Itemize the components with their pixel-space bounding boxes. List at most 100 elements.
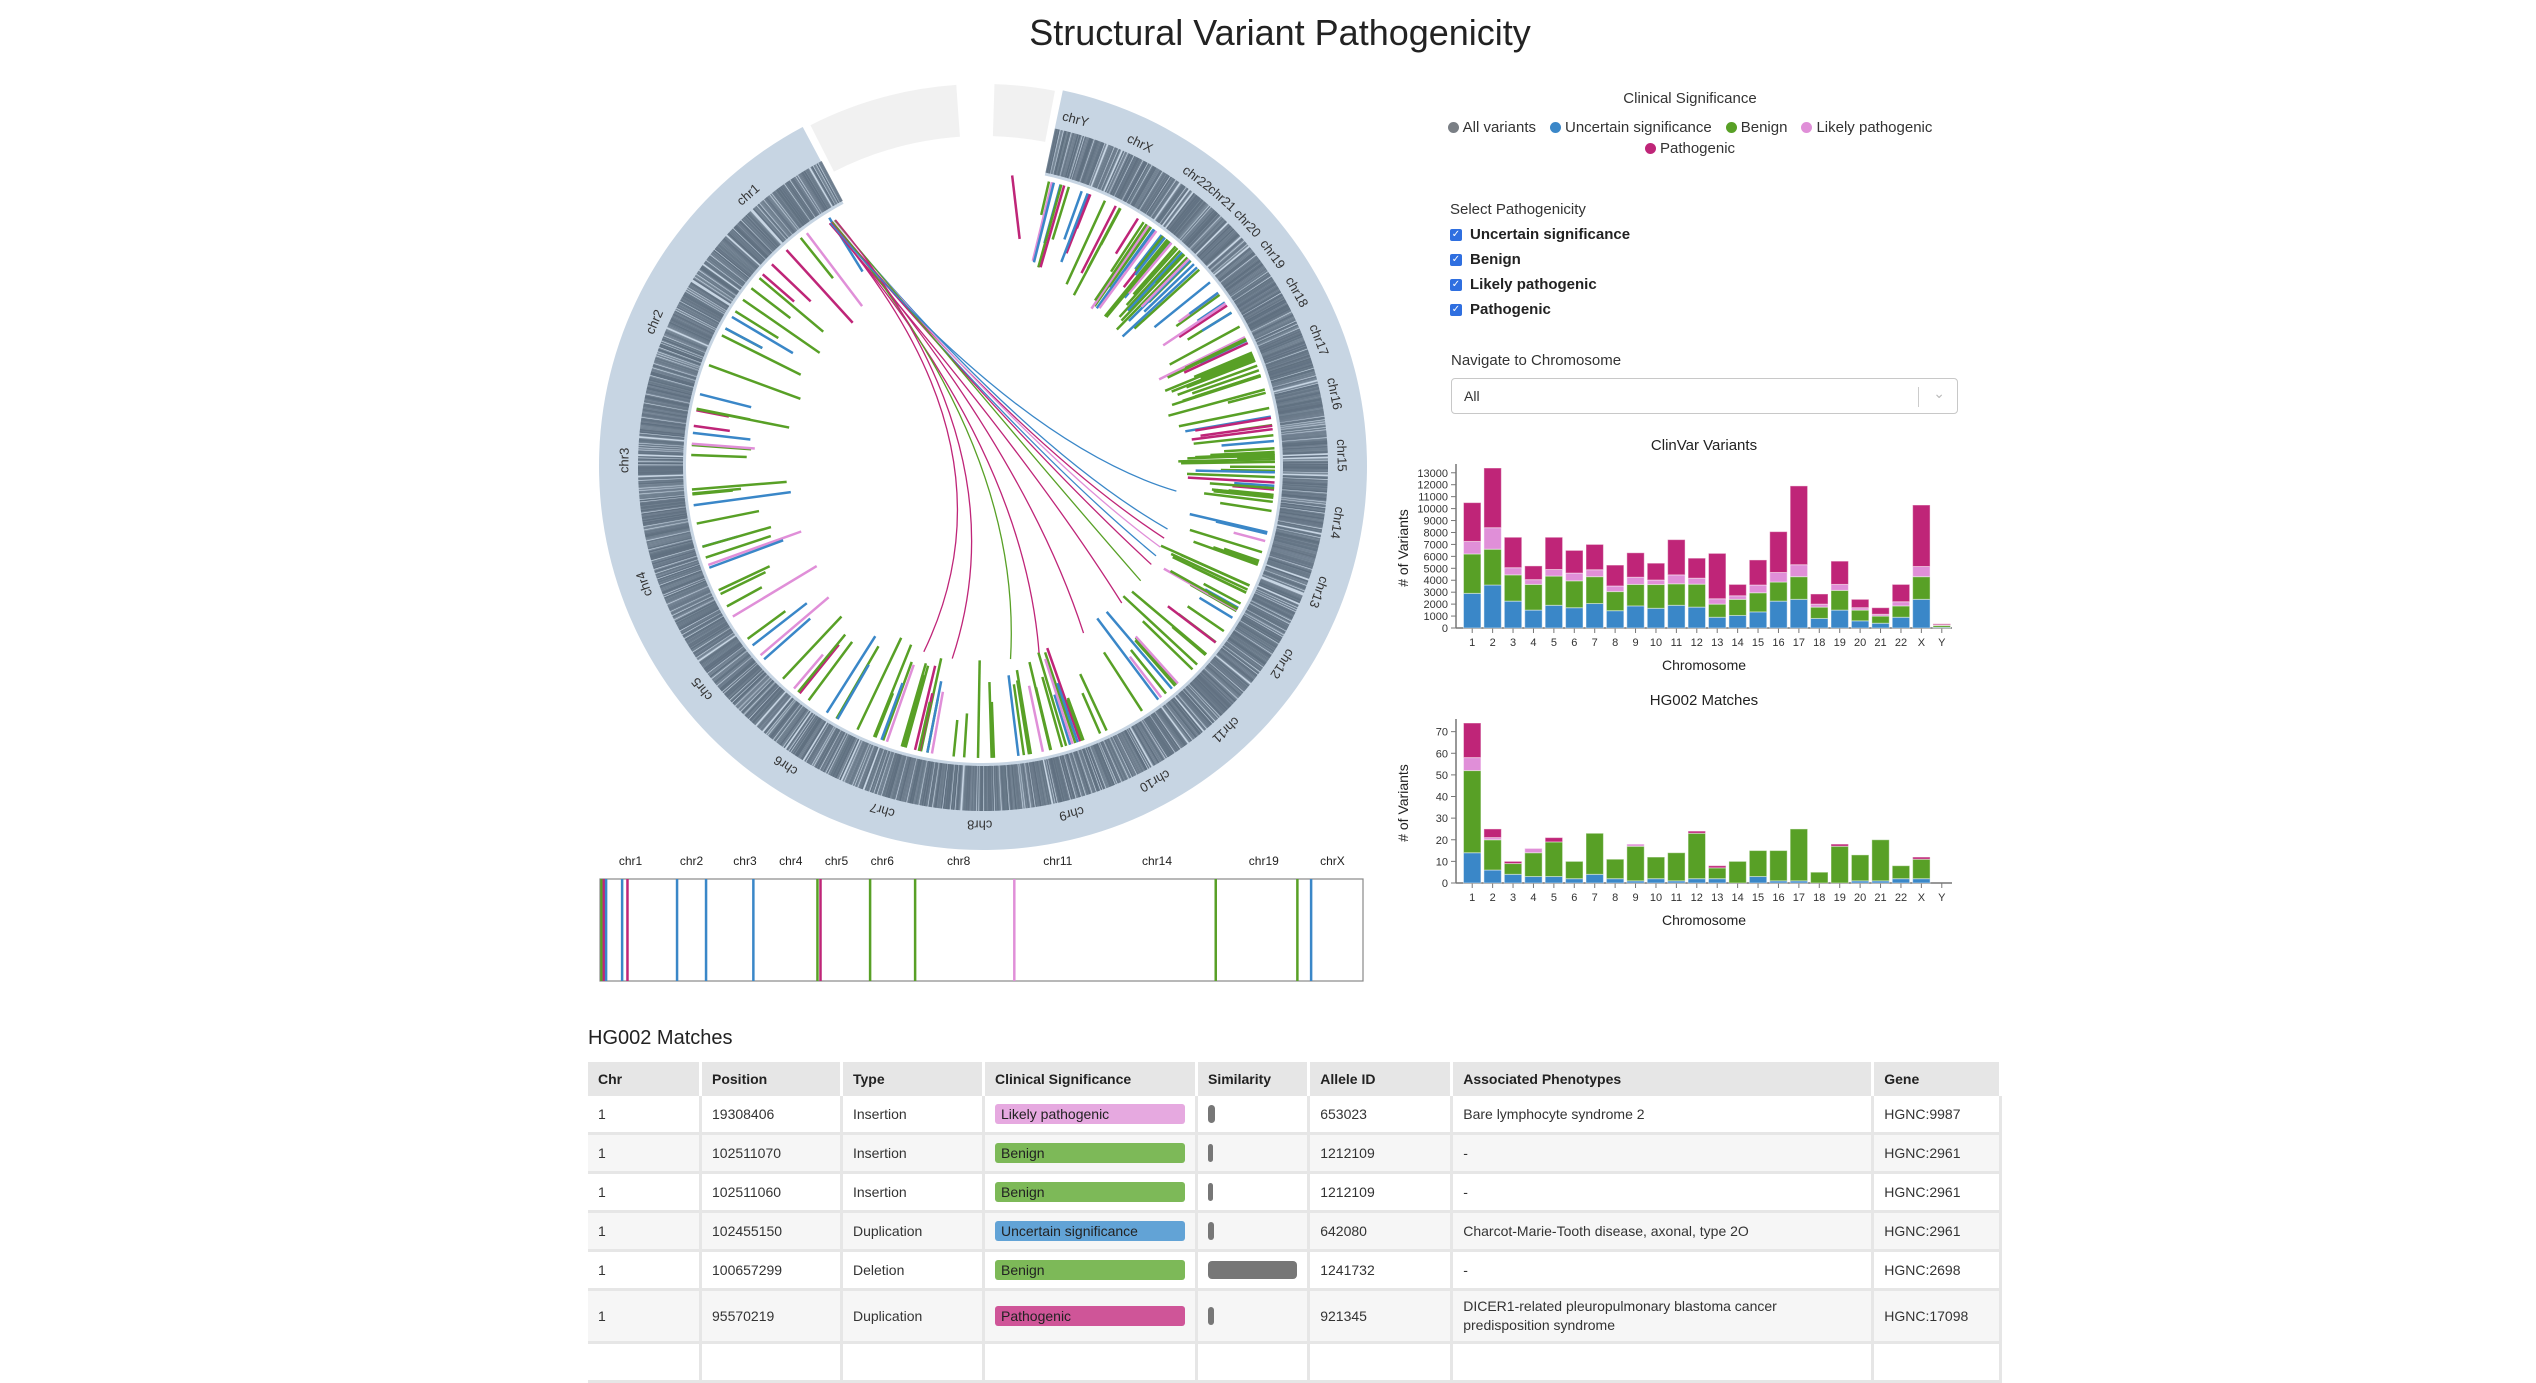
legend-item: All variants (1448, 119, 1536, 136)
track-chromosome-label: chr19 (1249, 854, 1279, 868)
bar-segment-benign (1484, 549, 1501, 585)
variant-spoke (1196, 471, 1275, 473)
column-header[interactable]: Similarity (1197, 1062, 1309, 1096)
track-chromosome-label: chr5 (825, 854, 849, 868)
chromosome-select[interactable]: All ⌄ (1451, 378, 1958, 414)
bar-segment-benign (1851, 855, 1868, 881)
bar-segment-pathogenic (1688, 831, 1705, 833)
x-tick-label: 8 (1612, 892, 1618, 904)
y-tick-label: 20 (1436, 835, 1448, 847)
track-chromosome-label: chr8 (947, 854, 971, 868)
bar-segment-benign (1504, 575, 1521, 601)
bar-segment-uncertain (1872, 623, 1889, 628)
variant-spoke (700, 394, 751, 407)
bar-segment-pathogenic (1525, 566, 1542, 580)
table-row[interactable]: 195570219DuplicationPathogenic921345DICE… (588, 1290, 2001, 1343)
bar-segment-uncertain (1525, 877, 1542, 883)
linear-chromosome-track[interactable]: chr1chr2chr3chr4chr5chr6chr8chr11chr14ch… (585, 845, 1375, 985)
chevron-down-icon[interactable]: ⌄ (1933, 385, 1945, 402)
chord (829, 224, 1039, 653)
filter-title: Select Pathogenicity (1450, 201, 1630, 218)
similarity-bar (1208, 1105, 1215, 1123)
bar-segment-uncertain (1606, 879, 1623, 883)
x-tick-label: 2 (1490, 637, 1496, 649)
track-chromosome-label: chrX (1320, 854, 1345, 868)
checkbox[interactable]: ✓ (1450, 254, 1462, 266)
circos-plot[interactable]: chr1chr2chr3chr4chr5chr6chr7chr8chr9chr1… (580, 70, 1380, 850)
table-row[interactable]: 119308406InsertionLikely pathogenic65302… (588, 1096, 2001, 1134)
x-tick-label: 16 (1772, 637, 1784, 649)
track-chromosome-label: chr2 (680, 854, 704, 868)
bar-segment-likely_pathogenic (1688, 578, 1705, 584)
filter-option[interactable]: ✓Benign (1450, 251, 1630, 268)
filter-options: ✓Uncertain significance ✓Benign ✓Likely pa… (1450, 226, 1630, 318)
bar-segment-uncertain (1709, 879, 1726, 883)
chord (835, 220, 971, 659)
x-tick-label: 12 (1691, 892, 1703, 904)
clinvar-variants-chart: ClinVar Variants# of VariantsChromosome0… (1390, 430, 1970, 680)
cell-empty (842, 1343, 984, 1382)
bar-segment-likely_pathogenic (1913, 567, 1930, 577)
column-header[interactable]: Clinical Significance (984, 1062, 1197, 1096)
x-tick-label: 10 (1650, 892, 1662, 904)
clinical-significance-legend: Clinical Significance All variantsUncert… (1440, 90, 1940, 157)
cell-clinical-significance: Benign (984, 1173, 1197, 1212)
x-tick-label: 5 (1551, 892, 1557, 904)
bar-segment-pathogenic (1627, 553, 1644, 577)
cell-position: 95570219 (701, 1290, 842, 1343)
x-tick-label: 15 (1752, 637, 1764, 649)
variant-spoke (722, 335, 801, 374)
x-tick-label: 10 (1650, 637, 1662, 649)
cell-allele-id: 642080 (1309, 1212, 1452, 1251)
variant-spoke (697, 511, 759, 524)
bar-segment-likely_pathogenic (1566, 573, 1583, 581)
x-tick-label: 14 (1732, 892, 1744, 904)
bar-segment-benign (1545, 842, 1562, 877)
cell-allele-id: 653023 (1309, 1096, 1452, 1134)
bar-segment-benign (1464, 554, 1481, 593)
filter-option[interactable]: ✓Pathogenic (1450, 301, 1630, 318)
filter-option[interactable]: ✓Uncertain significance (1450, 226, 1630, 243)
similarity-bar (1208, 1307, 1214, 1325)
cell-chr: 1 (588, 1290, 701, 1343)
bar-segment-benign (1566, 861, 1583, 878)
chromosome-label: chr3 (616, 448, 631, 474)
checkbox[interactable]: ✓ (1450, 304, 1462, 316)
bar-segment-likely_pathogenic (1627, 577, 1644, 584)
table-row[interactable] (588, 1343, 2001, 1382)
column-header[interactable]: Associated Phenotypes (1452, 1062, 1873, 1096)
legend-title: Clinical Significance (1440, 90, 1940, 107)
bar-segment-benign (1831, 590, 1848, 610)
bar-segment-uncertain (1627, 606, 1644, 628)
table-row[interactable]: 1102511070InsertionBenign1212109-HGNC:29… (588, 1134, 2001, 1173)
bar-segment-benign (1749, 851, 1766, 877)
track-chromosome-label: chr11 (1043, 854, 1072, 868)
x-tick-label: 17 (1793, 637, 1805, 649)
y-tick-label: 12000 (1417, 480, 1448, 492)
checkbox[interactable]: ✓ (1450, 279, 1462, 291)
y-tick-label: 8000 (1424, 527, 1448, 539)
table-row[interactable]: 1100657299DeletionBenign1241732-HGNC:269… (588, 1251, 2001, 1290)
bar-segment-likely_pathogenic (1586, 570, 1603, 577)
column-header[interactable]: Chr (588, 1062, 701, 1096)
variant-spoke (763, 274, 794, 301)
column-header[interactable]: Allele ID (1309, 1062, 1452, 1096)
column-header[interactable]: Type (842, 1062, 984, 1096)
similarity-bar (1208, 1144, 1213, 1162)
table-row[interactable]: 1102455150DuplicationUncertain significa… (588, 1212, 2001, 1251)
x-tick-label: 20 (1854, 637, 1866, 649)
x-tick-label: 9 (1632, 892, 1638, 904)
variant-spoke (1188, 478, 1275, 483)
significance-badge: Likely pathogenic (995, 1104, 1185, 1124)
x-tick-label: 18 (1813, 637, 1825, 649)
significance-badge: Benign (995, 1260, 1185, 1280)
filter-option[interactable]: ✓Likely pathogenic (1450, 276, 1630, 293)
legend-item-label: All variants (1463, 119, 1536, 136)
cell-similarity (1197, 1212, 1309, 1251)
column-header[interactable]: Position (701, 1062, 842, 1096)
column-header[interactable]: Gene (1873, 1062, 2001, 1096)
variant-spoke (1012, 175, 1019, 238)
table-row[interactable]: 1102511060InsertionBenign1212109-HGNC:29… (588, 1173, 2001, 1212)
checkbox[interactable]: ✓ (1450, 229, 1462, 241)
cell-similarity (1197, 1251, 1309, 1290)
